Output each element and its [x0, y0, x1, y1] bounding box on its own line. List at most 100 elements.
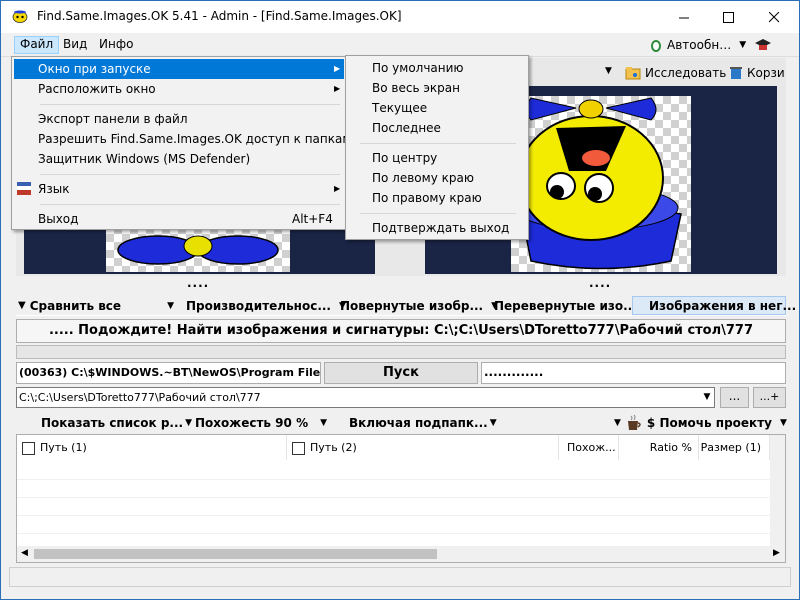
folder-path-combobox[interactable]: C:\;C:\Users\DToretto777\Рабочий стол\77… [16, 387, 715, 408]
close-button[interactable] [751, 1, 797, 33]
include-subfolders-label: Включая подпапк... [349, 415, 488, 430]
menu-item-last[interactable]: Последнее [372, 118, 441, 138]
startup-window-submenu: По умолчанию Во весь экран Текущее После… [345, 55, 529, 240]
menu-item-center[interactable]: По центру [372, 148, 437, 168]
similarity-label: Похожесть 90 % [195, 415, 309, 430]
compare-all-dropdown[interactable]: ▼ Сравнить все ▼ [18, 296, 174, 315]
auto-update-dropdown[interactable]: Автообн… ▼ [649, 36, 772, 54]
select-all-checkbox[interactable] [22, 441, 35, 455]
menu-item-left-edge[interactable]: По левому краю [372, 168, 474, 188]
horizontal-scrollbar[interactable]: ◀ ▶ [17, 546, 785, 562]
col-similarity[interactable]: Похож... [559, 435, 619, 460]
rotated-images-dropdown[interactable]: Повернутые изобр... ▼ [340, 296, 498, 315]
scroll-thumb[interactable] [34, 549, 437, 559]
folder-path-row: C:\;C:\Users\DToretto777\Рабочий стол\77… [16, 387, 786, 408]
select-all-checkbox-2[interactable] [292, 441, 305, 455]
menu-item-arrange-window[interactable]: Расположить окно [38, 79, 156, 99]
maximize-button[interactable] [705, 1, 751, 33]
menu-item-startup-window[interactable]: Окно при запуске [38, 59, 151, 79]
menu-item-fullscreen[interactable]: Во весь экран [372, 78, 460, 98]
menu-item-windows-defender[interactable]: Защитник Windows (MS Defender) [38, 149, 250, 169]
menu-item-right-edge[interactable]: По правому краю [372, 188, 482, 208]
row-gridline [17, 497, 770, 498]
submenu-arrow-icon: ▶ [334, 184, 341, 193]
negative-images-label: Изображения в нег... [649, 298, 797, 313]
explore-button[interactable]: Исследовать [625, 66, 726, 80]
performance-label: Производительнос... [186, 298, 331, 313]
chevron-down-icon[interactable]: ▼ [605, 66, 612, 76]
recycle-icon [730, 67, 742, 79]
menu-item-export-panel[interactable]: Экспорт панели в файл [38, 109, 188, 129]
scroll-right-icon[interactable]: ▶ [773, 548, 780, 558]
progress-bar [16, 345, 786, 359]
file-menu: Окно при запуске ▶ Расположить окно ▶ Эк… [11, 56, 351, 230]
menu-item-language[interactable]: Язык [38, 179, 69, 199]
browse-add-button[interactable]: ...+ [753, 387, 786, 408]
help-project-label: $ Помочь проекту [646, 415, 772, 430]
left-panel-dots: .... [187, 276, 210, 290]
menu-separator [40, 204, 340, 205]
current-scan-path: (00363) C:\$WINDOWS.~BT\NewOS\Program Fi… [16, 362, 321, 384]
col-size1[interactable]: Размер (1) [699, 435, 770, 460]
coffee-cup-icon [627, 414, 641, 430]
negative-images-dropdown[interactable]: Изображения в нег... ▼ [632, 296, 796, 315]
vertical-scrollbar[interactable] [770, 435, 785, 546]
chevron-down-icon: ▼ [167, 300, 174, 311]
chevron-down-icon: ▼ [185, 417, 192, 428]
menu-item-confirm-exit[interactable]: Подтверждать выход [372, 218, 509, 238]
scroll-left-icon[interactable]: ◀ [21, 548, 28, 558]
menu-item-current[interactable]: Текущее [372, 98, 427, 118]
graduation-cap-icon[interactable] [754, 37, 772, 53]
chevron-down-icon: ▼ [739, 40, 747, 50]
chevron-down-icon[interactable]: ▼ [700, 388, 714, 407]
show-list-label: Показать список р... [41, 415, 184, 430]
col-path2-label: Путь (2) [310, 441, 357, 454]
submenu-arrow-icon: ▶ [334, 64, 341, 73]
flipped-images-label: Перевернутые изо... [494, 298, 637, 313]
menu-separator [360, 143, 516, 144]
col-ratio[interactable]: Ratio % [619, 435, 699, 460]
window-title: Find.Same.Images.OK 5.41 - Admin - [Find… [37, 9, 402, 23]
show-list-dropdown[interactable]: Показать список р... ▼ [41, 413, 192, 432]
flipped-images-dropdown[interactable]: Перевернутые изо... ▼ [494, 296, 652, 315]
propeller-smiley-image [513, 97, 682, 270]
menu-item-allow-folder-access[interactable]: Разрешить Find.Same.Images.OK доступ к п… [38, 129, 351, 149]
search-status-message: ..... Подождите! Найти изображения и сиг… [16, 319, 786, 343]
help-project-dropdown[interactable]: ▼ $ Помочь проекту ▼ [612, 413, 787, 432]
scan-status-row: (00363) C:\$WINDOWS.~BT\NewOS\Program Fi… [16, 362, 786, 384]
minimize-button[interactable] [661, 1, 707, 33]
menu-item-default[interactable]: По умолчанию [372, 58, 464, 78]
minimize-icon [678, 17, 689, 18]
menu-separator [360, 213, 516, 214]
col-size1-label: Размер (1) [700, 441, 761, 454]
rotated-images-label: Повернутые изобр... [340, 298, 484, 313]
menu-file[interactable]: Файл [14, 36, 60, 54]
chevron-down-icon: ▼ [18, 300, 26, 311]
similarity-dropdown[interactable]: Похожесть 90 % ▼ [195, 413, 327, 432]
row-gridline [17, 515, 770, 516]
trash-button[interactable]: Корзи [729, 66, 785, 80]
status-bar [9, 567, 791, 587]
auto-update-label: Автообн… [667, 38, 732, 52]
update-drop-icon [651, 40, 661, 52]
include-subfolders-dropdown[interactable]: Включая подпапк... ▼ [349, 413, 497, 432]
menu-view[interactable]: Вид [58, 36, 92, 54]
menu-separator [40, 174, 340, 175]
menu-item-exit[interactable]: Выход [38, 209, 78, 229]
start-button[interactable]: Пуск [324, 362, 478, 384]
app-smiley-icon[interactable] [12, 10, 28, 23]
browse-button[interactable]: ... [720, 387, 749, 408]
col-path1[interactable]: Путь (1) [17, 435, 287, 460]
chevron-down-icon: ▼ [489, 417, 497, 428]
col-path2[interactable]: Путь (2) [287, 435, 559, 460]
table-header: Путь (1) Путь (2) Похож... Ratio % Разме… [17, 435, 785, 460]
options-row: Показать список р... ▼ Похожесть 90 % ▼ … [16, 411, 787, 433]
close-icon [768, 11, 779, 22]
app-window: Find.Same.Images.OK 5.41 - Admin - [Find… [0, 0, 800, 600]
menu-info[interactable]: Инфо [94, 36, 138, 54]
performance-dropdown[interactable]: Производительнос... ▼ [186, 296, 346, 315]
maximize-icon [722, 11, 734, 23]
col-similarity-label: Похож... [567, 441, 616, 454]
row-gridline [17, 533, 770, 534]
title-bar: Find.Same.Images.OK 5.41 - Admin - [Find… [1, 1, 799, 33]
